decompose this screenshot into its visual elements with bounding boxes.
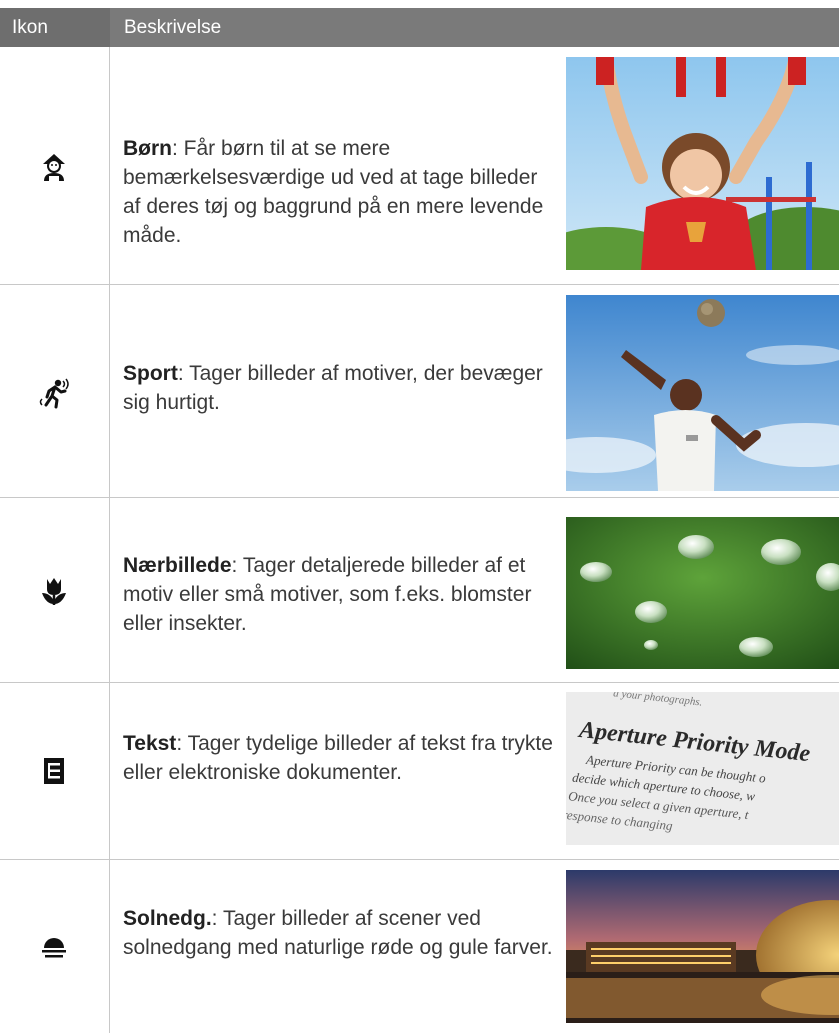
table-row-text: Tekst: Tager tydelige billeder af tekst …	[0, 683, 839, 860]
text-document-icon	[44, 758, 64, 784]
header-description-label: Beskrivelse	[124, 17, 222, 38]
printed-book-page-photo: a your photographs. Aperture Priority Mo…	[566, 692, 839, 845]
table-row-children: Børn: Får børn til at se mere bemærkelse…	[0, 47, 839, 285]
column-divider	[109, 47, 110, 1033]
row-title: Solnedg.	[123, 907, 212, 930]
table-row-closeup: Nærbillede: Tager detaljerede billeder a…	[0, 498, 839, 683]
row-title: Sport	[123, 362, 178, 385]
header-icon-column: Ikon	[0, 8, 109, 47]
row-title: Tekst	[123, 732, 177, 755]
table-row-sport: Sport: Tager billeder af motiver, der be…	[0, 285, 839, 498]
sunset-icon	[42, 938, 66, 958]
sunset-building-photo	[566, 870, 839, 1023]
sport-runner-icon	[39, 378, 69, 409]
row-description: Nærbillede: Tager detaljerede billeder a…	[123, 551, 553, 638]
macro-flower-icon	[42, 578, 66, 605]
table-header: Ikon Beskrivelse	[0, 8, 839, 47]
row-title: Nærbillede	[123, 554, 232, 577]
row-title: Børn	[123, 137, 172, 160]
row-text: : Tager tydelige billeder af tekst fra t…	[123, 732, 553, 784]
child-on-playground-photo	[566, 57, 839, 270]
table-row-sunset: Solnedg.: Tager billeder af scener ved s…	[0, 860, 839, 1033]
row-description: Børn: Får børn til at se mere bemærkelse…	[123, 134, 553, 250]
header-description-column: Beskrivelse	[110, 8, 839, 47]
water-drops-on-leaf-photo	[566, 517, 839, 669]
header-icon-label: Ikon	[12, 17, 48, 38]
row-text: : Får børn til at se mere bemærkelsesvær…	[123, 137, 544, 247]
child-icon	[43, 154, 65, 181]
basketball-player-photo	[566, 295, 839, 491]
row-text: : Tager billeder af motiver, der bevæger…	[123, 362, 543, 414]
row-description: Tekst: Tager tydelige billeder af tekst …	[123, 729, 553, 787]
row-description: Sport: Tager billeder af motiver, der be…	[123, 359, 553, 417]
row-description: Solnedg.: Tager billeder af scener ved s…	[123, 904, 553, 962]
